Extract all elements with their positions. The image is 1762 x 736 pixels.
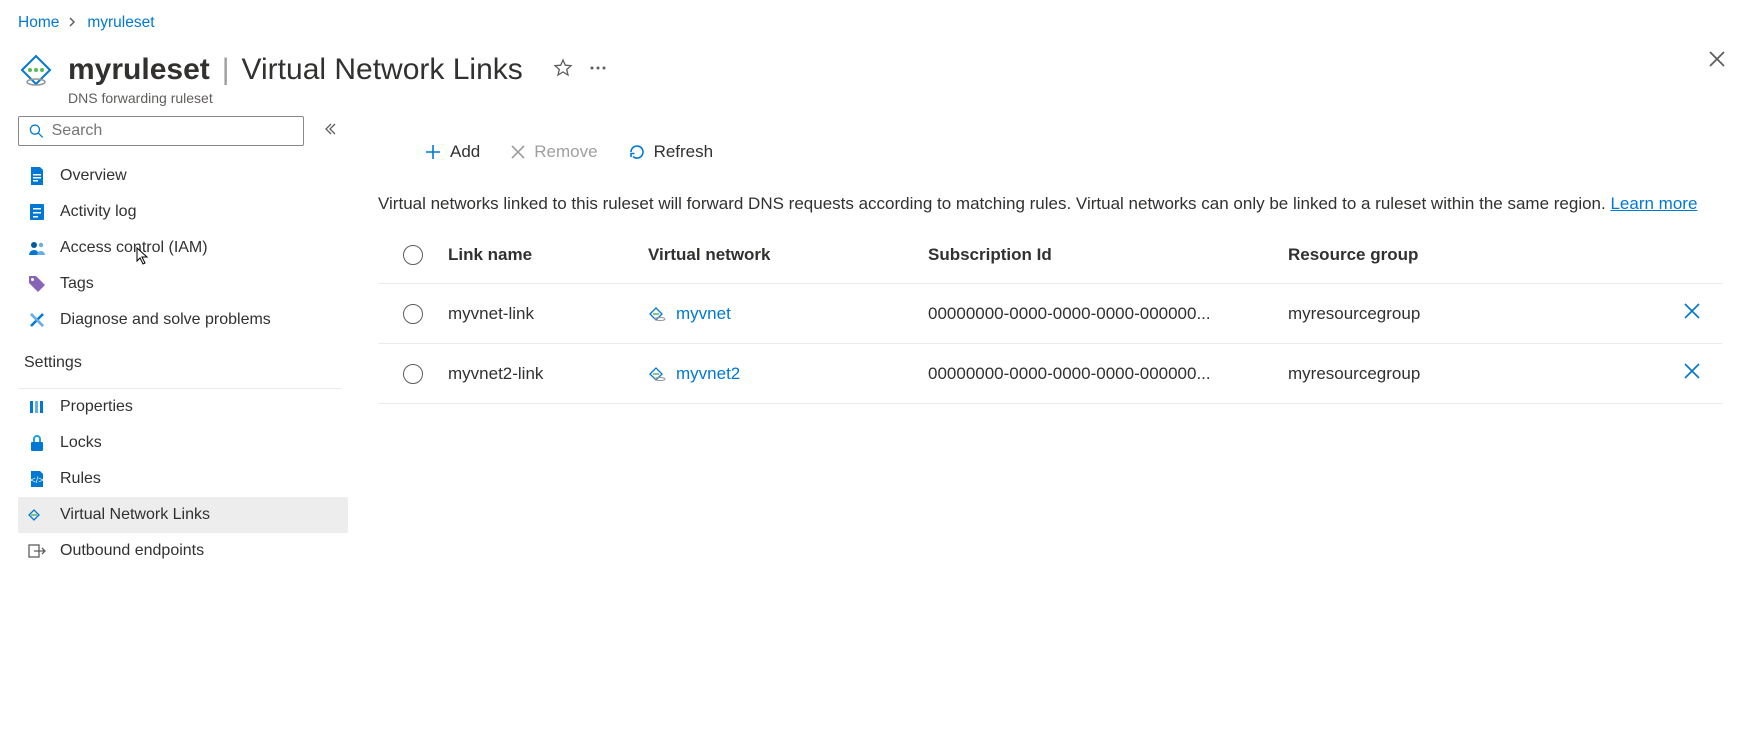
sidebar-item-locks[interactable]: Locks [18,425,348,461]
overview-icon [28,167,46,185]
table-header: Link name Virtual network Subscription I… [378,245,1722,284]
vnet-icon [648,307,668,321]
sidebar-item-label: Rules [60,470,101,488]
sidebar-item-overview[interactable]: Overview [18,158,348,194]
sidebar-item-rules[interactable]: </> Rules [18,461,348,497]
sidebar-item-virtual-network-links[interactable]: Virtual Network Links [18,497,348,533]
toolbar: Add Remove Refresh [378,138,1722,190]
rules-icon: </> [28,470,46,488]
title-divider: | [218,52,234,88]
row-checkbox[interactable] [403,364,423,384]
vnet-link[interactable]: myvnet [676,304,731,324]
learn-more-link[interactable]: Learn more [1610,194,1697,213]
outbound-endpoints-icon [28,542,46,560]
sidebar-item-properties[interactable]: Properties [18,389,348,425]
cell-link-name: myvnet2-link [448,364,648,384]
search-icon [29,123,44,139]
sidebar-item-label: Activity log [60,203,136,221]
breadcrumb: Home myruleset [0,0,1762,38]
more-menu-button[interactable] [589,65,607,71]
sidebar-item-label: Virtual Network Links [60,506,210,524]
refresh-icon [628,143,646,161]
sidebar: Overview Activity log Access control (IA… [0,116,348,732]
access-control-icon [28,239,46,257]
locks-icon [28,434,46,452]
sidebar-section-settings: Settings [18,338,348,382]
properties-icon [28,398,46,416]
remove-button: Remove [500,138,607,166]
description-text: Virtual networks linked to this ruleset … [378,194,1610,213]
cell-subscription: 00000000-0000-0000-0000-000000... [928,364,1288,384]
select-all-checkbox[interactable] [403,245,423,265]
col-subscription: Subscription Id [928,245,1288,265]
sidebar-item-label: Properties [60,398,133,416]
refresh-button[interactable]: Refresh [618,138,724,166]
sidebar-item-diagnose[interactable]: Diagnose and solve problems [18,302,348,338]
sidebar-item-label: Outbound endpoints [60,542,204,560]
page-subtitle: DNS forwarding ruleset [68,90,523,106]
page-header: myruleset | Virtual Network Links DNS fo… [0,38,1762,116]
col-link-name: Link name [448,245,648,265]
page-title: myruleset | Virtual Network Links [68,52,523,88]
plus-icon [424,143,442,161]
cell-resource-group: myresourcegroup [1288,364,1662,384]
chevron-right-icon [69,16,77,30]
activity-log-icon [28,203,46,221]
close-button[interactable] [1708,48,1726,74]
main-content: Add Remove Refresh Virtual networks link… [348,116,1762,732]
row-checkbox[interactable] [403,304,423,324]
links-table: Link name Virtual network Subscription I… [378,245,1722,404]
sidebar-item-access-control[interactable]: Access control (IAM) [18,230,348,266]
search-input-wrap[interactable] [18,116,304,146]
col-vnet: Virtual network [648,245,928,265]
sidebar-item-activity-log[interactable]: Activity log [18,194,348,230]
vnet-icon [648,367,668,381]
vnet-link[interactable]: myvnet2 [676,364,740,384]
delete-row-button[interactable] [1683,302,1701,325]
search-input[interactable] [52,122,293,140]
vnet-links-icon [28,506,46,524]
svg-text:</>: </> [30,475,43,485]
title-name: myruleset [68,52,210,88]
tags-icon [28,275,46,293]
diagnose-icon [28,311,46,329]
remove-icon [510,144,526,160]
breadcrumb-home[interactable]: Home [18,14,59,32]
sidebar-item-label: Locks [60,434,102,452]
sidebar-item-label: Tags [60,275,94,293]
collapse-sidebar-button[interactable] [322,122,348,141]
sidebar-item-tags[interactable]: Tags [18,266,348,302]
refresh-label: Refresh [654,142,714,162]
add-button[interactable]: Add [414,138,490,166]
sidebar-item-label: Diagnose and solve problems [60,311,271,329]
sidebar-item-label: Overview [60,167,127,185]
col-resource-group: Resource group [1288,245,1662,265]
table-row: myvnet2-link myvnet2 00000000-0000-0000-… [378,344,1722,404]
remove-label: Remove [534,142,597,162]
cell-subscription: 00000000-0000-0000-0000-000000... [928,304,1288,324]
sidebar-item-label: Access control (IAM) [60,239,208,257]
sidebar-item-outbound-endpoints[interactable]: Outbound endpoints [18,533,348,569]
description: Virtual networks linked to this ruleset … [378,190,1722,217]
favorite-button[interactable] [553,58,573,78]
delete-row-button[interactable] [1683,362,1701,385]
table-row: myvnet-link myvnet 00000000-0000-0000-00… [378,284,1722,344]
title-page: Virtual Network Links [242,52,523,88]
breadcrumb-current[interactable]: myruleset [87,14,154,32]
add-label: Add [450,142,480,162]
cell-link-name: myvnet-link [448,304,648,324]
resource-icon [18,52,54,88]
cell-resource-group: myresourcegroup [1288,304,1662,324]
